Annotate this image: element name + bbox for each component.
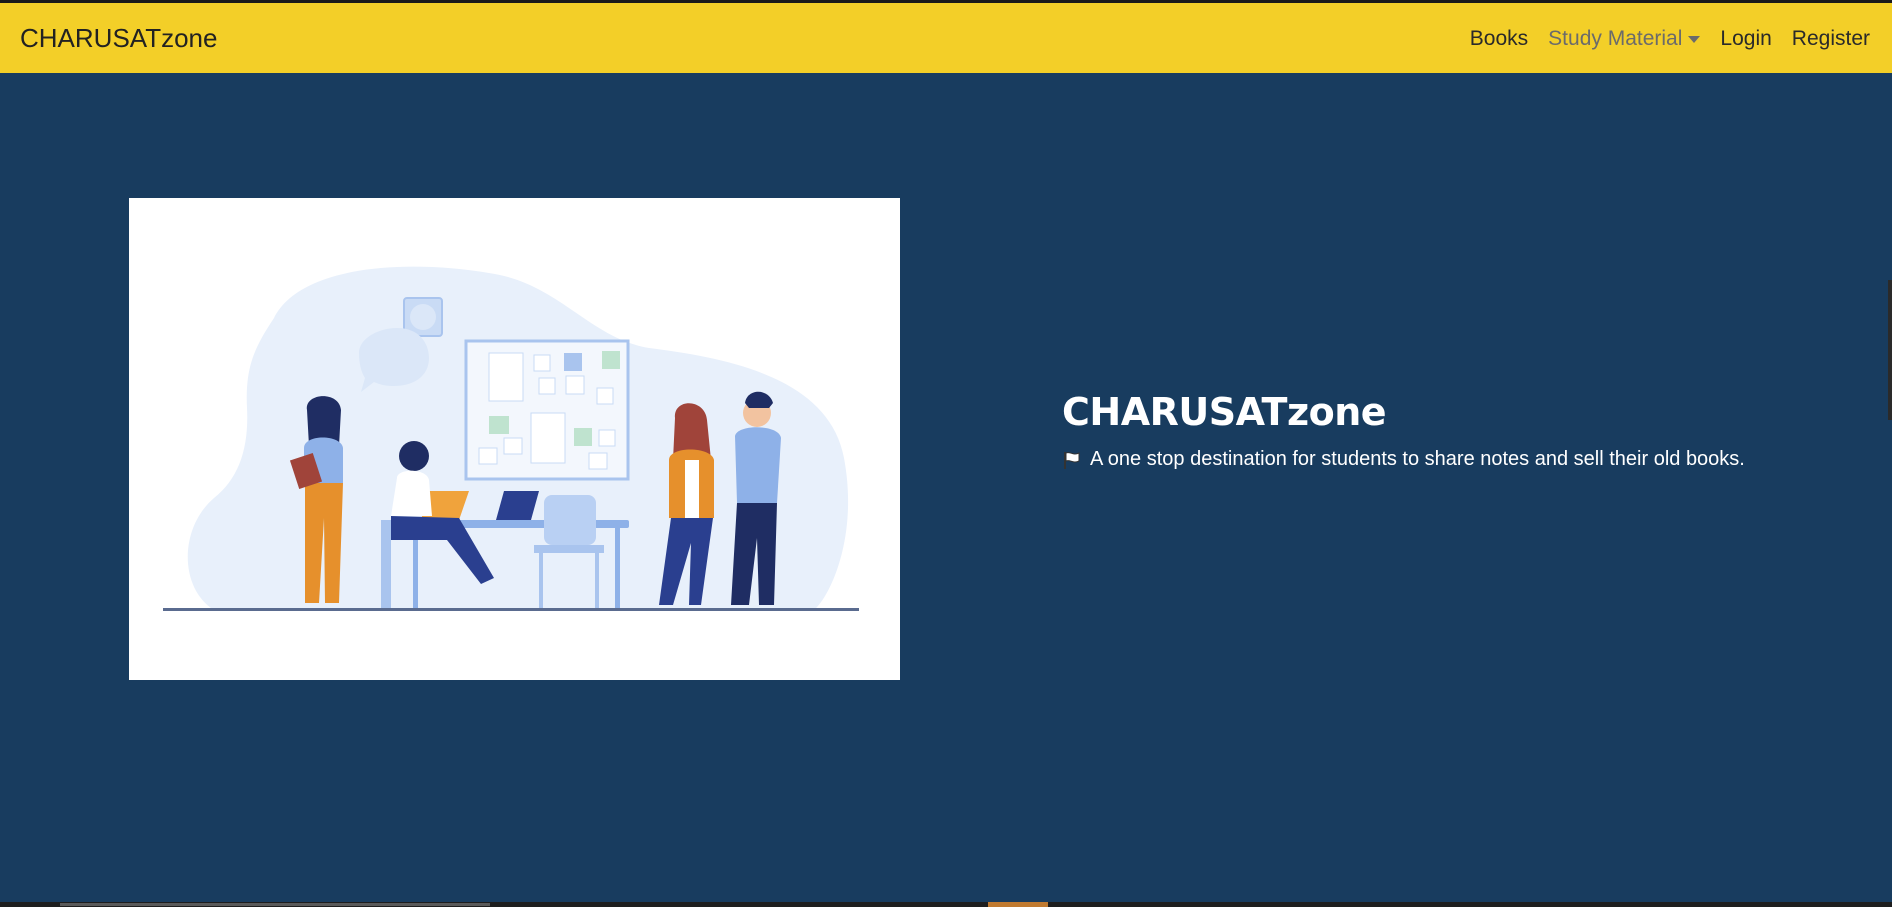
nav-link-books[interactable]: Books (1470, 27, 1528, 51)
scrollbar[interactable] (1888, 280, 1892, 420)
nav-dropdown-study-material[interactable]: Study Material (1548, 27, 1701, 51)
hero-subtitle-row: A one stop destination for students to s… (1062, 448, 1862, 471)
nav-link-login[interactable]: Login (1720, 27, 1771, 51)
horizontal-scroll-thumb[interactable] (60, 903, 490, 906)
brand-link[interactable]: CHARUSATzone (20, 23, 217, 54)
hero-illustration (129, 198, 900, 680)
nav-menu: Books Study Material Login Register (1470, 27, 1870, 51)
hero-title: CHARUSATzone (1062, 390, 1387, 434)
navbar: CHARUSATzone Books Study Material Login … (0, 3, 1892, 73)
flag-icon (1062, 450, 1082, 470)
taskbar-accent (988, 902, 1048, 907)
hero-text: CHARUSATzone A one stop destination for … (1062, 390, 1862, 471)
hero-subtitle: A one stop destination for students to s… (1090, 448, 1745, 470)
caret-down-icon (1688, 35, 1701, 43)
nav-link-register[interactable]: Register (1792, 27, 1870, 51)
nav-dropdown-label: Study Material (1548, 27, 1683, 50)
bottom-bar (0, 902, 1892, 907)
